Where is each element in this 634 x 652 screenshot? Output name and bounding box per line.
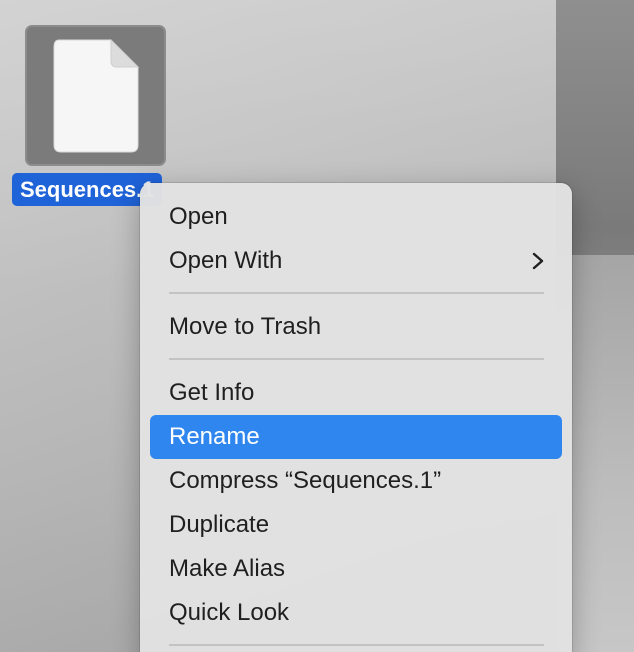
menu-separator xyxy=(169,644,544,646)
menu-item-label: Rename xyxy=(169,423,260,450)
menu-item-open-with[interactable]: Open With xyxy=(150,239,562,283)
menu-item-label: Open xyxy=(169,203,228,230)
menu-item-label: Duplicate xyxy=(169,511,270,538)
menu-item-get-info[interactable]: Get Info xyxy=(150,371,562,415)
menu-item-rename[interactable]: Rename xyxy=(150,415,562,459)
menu-item-label: Quick Look xyxy=(169,599,290,626)
menu-item-label: Make Alias xyxy=(169,555,286,582)
file-icon-selection[interactable] xyxy=(25,25,166,166)
menu-item-label: Open With xyxy=(169,247,283,274)
menu-item-duplicate[interactable]: Duplicate xyxy=(150,503,562,547)
document-icon xyxy=(53,39,139,153)
menu-item-make-alias[interactable]: Make Alias xyxy=(150,547,562,591)
menu-item-label: Move to Trash xyxy=(169,313,322,340)
menu-item-move-to-trash[interactable]: Move to Trash xyxy=(150,305,562,349)
menu-separator xyxy=(169,358,544,360)
menu-item-compress[interactable]: Compress “Sequences.1” xyxy=(150,459,562,503)
menu-item-label: Compress “Sequences.1” xyxy=(169,467,442,494)
menu-item-open[interactable]: Open xyxy=(150,195,562,239)
menu-item-quick-look[interactable]: Quick Look xyxy=(150,591,562,635)
context-menu: Open Open With Move to Trash Get Info Re… xyxy=(140,183,572,652)
chevron-right-icon xyxy=(532,252,544,270)
menu-item-label: Get Info xyxy=(169,379,255,406)
menu-separator xyxy=(169,292,544,294)
